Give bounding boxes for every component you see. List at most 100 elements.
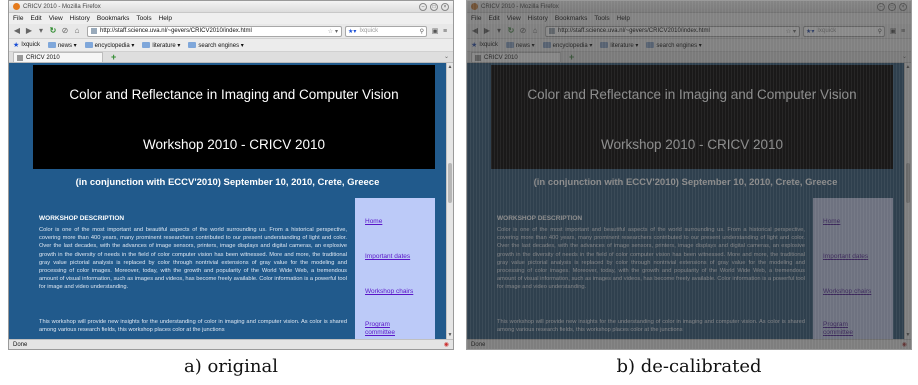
bookmark-star-icon[interactable]: ☆ — [786, 28, 791, 35]
nav-link-important-dates[interactable]: Important dates — [365, 253, 410, 261]
toolbar-menu-icon[interactable]: ≡ — [898, 28, 908, 35]
menu-edit[interactable]: Edit — [30, 15, 41, 22]
tab-list-chevron-icon[interactable]: ⌄ — [444, 53, 449, 60]
tab-list-chevron-icon[interactable]: ⌄ — [902, 53, 907, 60]
tab-cricv[interactable]: CRICV 2010 — [13, 52, 103, 62]
stop-icon[interactable]: ⊘ — [60, 26, 70, 36]
minimize-icon[interactable]: – — [419, 2, 427, 11]
close-icon[interactable]: × — [441, 2, 449, 11]
menu-help[interactable]: Help — [617, 15, 630, 22]
menu-view[interactable]: View — [507, 15, 521, 22]
bookmark-star-icon[interactable]: ☆ — [328, 28, 333, 35]
close-icon[interactable]: × — [899, 2, 907, 11]
search-engine-icon[interactable]: ★▾ — [806, 28, 814, 35]
home-icon[interactable]: ⌂ — [530, 26, 540, 36]
new-tab-button[interactable]: + — [111, 52, 116, 62]
menu-bar: File Edit View History Bookmarks Tools H… — [467, 13, 911, 24]
reload-icon[interactable]: ↻ — [506, 26, 516, 36]
nav-link-program-committee[interactable]: Program committee — [823, 321, 873, 337]
scroll-up-icon[interactable]: ▲ — [905, 64, 911, 70]
search-box[interactable]: ★▾ Ixquick ⚲ — [345, 25, 427, 37]
scrollbar-thumb[interactable] — [906, 163, 910, 203]
stop-icon[interactable]: ⊘ — [518, 26, 528, 36]
nav-link-important-dates[interactable]: Important dates — [823, 253, 868, 261]
url-dropdown-icon[interactable]: ▾ — [335, 28, 338, 35]
web-page: Color and Reflectance in Imaging and Com… — [467, 63, 911, 339]
menu-tools[interactable]: Tools — [594, 15, 609, 22]
navigation-toolbar: ◀ ▶ ▾ ↻ ⊘ ⌂ http://staff.science.uva.nl/… — [9, 24, 453, 39]
bookmark-ixquick[interactable]: ★ Ixquick — [471, 41, 498, 49]
menu-history[interactable]: History — [70, 15, 90, 22]
bookmark-search-engines[interactable]: search engines ▾ — [646, 42, 702, 49]
folder-icon — [84, 42, 93, 48]
nav-link-workshop-chairs[interactable]: Workshop chairs — [823, 288, 871, 296]
nav-link-program-committee[interactable]: Program committee — [365, 321, 415, 337]
scroll-down-icon[interactable]: ▼ — [905, 332, 911, 338]
bookmark-label: Ixquick — [479, 42, 498, 48]
vertical-scrollbar[interactable]: ▲ ▼ — [904, 63, 911, 339]
new-tab-button[interactable]: + — [569, 52, 574, 62]
menu-tools[interactable]: Tools — [136, 15, 151, 22]
bookmark-news[interactable]: news ▾ — [505, 42, 535, 49]
menu-bookmarks[interactable]: Bookmarks — [97, 15, 130, 22]
bookmark-label: search engines ▾ — [656, 42, 702, 49]
address-bar[interactable]: http://staff.science.uva.nl/~gevers/CRIC… — [87, 25, 342, 37]
menu-file[interactable]: File — [13, 15, 23, 22]
status-text: Done — [471, 341, 486, 348]
forward-icon[interactable]: ▶ — [482, 26, 492, 36]
toolbar-menu-icon[interactable]: ≡ — [440, 28, 450, 35]
web-page: Color and Reflectance in Imaging and Com… — [9, 63, 453, 339]
scroll-up-icon[interactable]: ▲ — [447, 64, 453, 70]
nav-link-workshop-chairs[interactable]: Workshop chairs — [365, 288, 413, 296]
toolbar-extension-icon[interactable]: ▣ — [888, 27, 898, 35]
search-icon[interactable]: ⚲ — [420, 28, 424, 35]
section-heading: WORKSHOP DESCRIPTION — [39, 215, 125, 222]
menu-help[interactable]: Help — [159, 15, 172, 22]
menu-bookmarks[interactable]: Bookmarks — [555, 15, 588, 22]
bookmark-news[interactable]: news ▾ — [47, 42, 77, 49]
bookmark-ixquick[interactable]: ★ Ixquick — [13, 41, 40, 49]
forward-icon[interactable]: ▶ — [24, 26, 34, 36]
maximize-icon[interactable]: □ — [430, 2, 438, 11]
toolbar-extension-icon[interactable]: ▣ — [430, 27, 440, 35]
history-dropdown-icon[interactable]: ▾ — [36, 26, 46, 36]
workshop-title: Workshop 2010 - CRICV 2010 — [142, 137, 326, 152]
url-text: http://staff.science.uva.nl/~gevers/CRIC… — [558, 28, 710, 34]
url-dropdown-icon[interactable]: ▾ — [793, 28, 796, 35]
back-icon[interactable]: ◀ — [470, 26, 480, 36]
scroll-down-icon[interactable]: ▼ — [447, 332, 453, 338]
maximize-icon[interactable]: □ — [888, 2, 896, 11]
bookmark-literature[interactable]: literature ▾ — [600, 42, 638, 49]
reload-icon[interactable]: ↻ — [48, 26, 58, 36]
scrollbar-thumb[interactable] — [448, 163, 452, 203]
page-subtitle: (in conjunction with ECCV'2010) Septembe… — [75, 177, 380, 188]
vertical-scrollbar[interactable]: ▲ ▼ — [446, 63, 453, 339]
search-icon[interactable]: ⚲ — [878, 28, 882, 35]
page-subtitle: (in conjunction with ECCV'2010) Septembe… — [533, 177, 838, 188]
address-bar[interactable]: http://staff.science.uva.nl/~gevers/CRIC… — [545, 25, 800, 37]
bookmark-encyclopedia[interactable]: encyclopedia ▾ — [84, 42, 134, 49]
back-icon[interactable]: ◀ — [12, 26, 22, 36]
description-paragraph-1: Color is one of the most important and b… — [497, 227, 805, 291]
bookmark-literature[interactable]: literature ▾ — [142, 42, 180, 49]
menu-edit[interactable]: Edit — [488, 15, 499, 22]
menu-file[interactable]: File — [471, 15, 481, 22]
search-engine-icon[interactable]: ★▾ — [348, 28, 356, 35]
bookmarks-toolbar: ★ Ixquick news ▾ encyclopedia ▾ literatu… — [9, 39, 453, 52]
bookmark-label: Ixquick — [21, 42, 40, 48]
menu-history[interactable]: History — [528, 15, 548, 22]
firefox-window: CRICV 2010 - Mozilla Firefox – □ × File … — [9, 1, 453, 349]
search-box[interactable]: ★▾ Ixquick ⚲ — [803, 25, 885, 37]
menu-view[interactable]: View — [49, 15, 63, 22]
nav-link-home[interactable]: Home — [823, 218, 840, 226]
page-title: Color and Reflectance in Imaging and Com… — [69, 87, 399, 102]
firefox-icon — [471, 3, 478, 10]
minimize-icon[interactable]: – — [877, 2, 885, 11]
bookmark-encyclopedia[interactable]: encyclopedia ▾ — [542, 42, 592, 49]
history-dropdown-icon[interactable]: ▾ — [494, 26, 504, 36]
nav-link-home[interactable]: Home — [365, 218, 382, 226]
description-paragraph-1: Color is one of the most important and b… — [39, 227, 347, 291]
bookmark-search-engines[interactable]: search engines ▾ — [188, 42, 244, 49]
home-icon[interactable]: ⌂ — [72, 26, 82, 36]
tab-cricv[interactable]: CRICV 2010 — [471, 52, 561, 62]
